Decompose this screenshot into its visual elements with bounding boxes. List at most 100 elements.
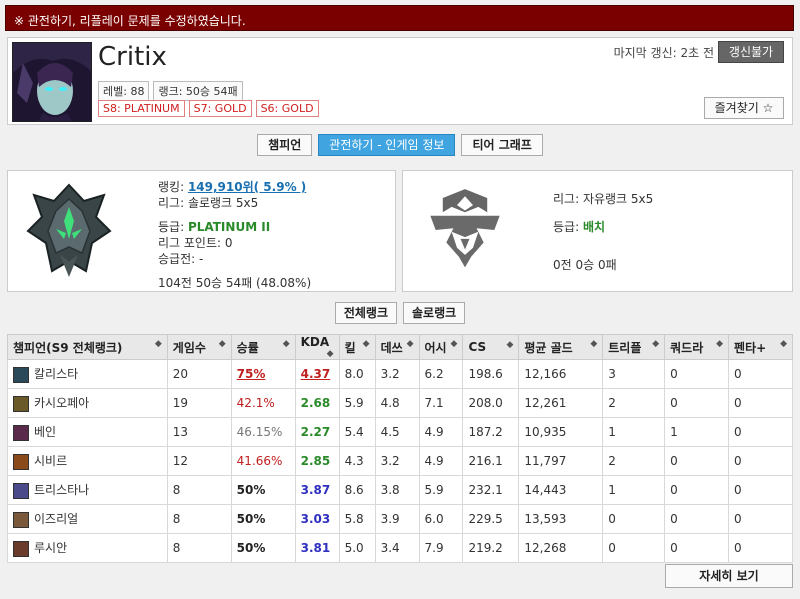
champion-icon [13,511,29,528]
sort-icon[interactable]: ◆ [451,339,458,349]
stat-value-k: 5.0 [344,541,364,555]
sort-icon[interactable]: ◆ [590,339,597,349]
stat-value-penta: 0 [734,454,742,468]
stat-value-kda: 4.37 [300,367,331,381]
stat-cell-cs: 232.1 [462,475,520,505]
stat-cell-wr: 75% [230,359,296,389]
ranking-label: 랭킹: [158,180,188,194]
stat-value-cs: 198.6 [468,367,503,381]
column-header[interactable]: 킬 ◆ [338,334,376,360]
stat-cell-quadra: 0 [664,359,730,389]
column-header[interactable]: 어시 ◆ [418,334,464,360]
stat-cell-kda: 2.68 [294,388,340,418]
stat-value-quadra: 0 [670,396,678,410]
flex-tier-value: 배치 [582,220,606,234]
stat-value-gold: 12,166 [524,367,567,381]
tab-champion[interactable]: 챔피언 [257,134,313,156]
level-badge: 레벨: 88 [98,81,150,101]
stat-value-penta: 0 [734,483,742,497]
stat-cell-k: 5.9 [338,388,376,418]
stat-cell-quadra: 0 [664,533,730,563]
champion-name: 칼리스타 [34,367,79,382]
stat-value-wr: 75% [236,367,266,381]
season-badge-s7: S7: GOLD [188,100,252,117]
stat-cell-penta: 0 [728,359,793,389]
sort-icon[interactable]: ◆ [506,340,513,350]
sort-icon[interactable]: ◆ [716,339,723,349]
more-details-button[interactable]: 자세히 보기 [665,564,793,588]
sort-icon[interactable]: ◆ [283,339,290,349]
stat-value-d: 4.8 [380,396,400,410]
avatar [12,42,92,122]
stat-cell-gold: 11,797 [518,446,604,476]
sort-icon[interactable]: ◆ [219,339,226,349]
column-header[interactable]: CS ◆ [462,334,520,360]
stat-cell-cs: 229.5 [462,504,520,534]
stat-cell-kda: 3.03 [294,504,340,534]
champion-icon [13,453,29,470]
filter-all-rank-button[interactable]: 전체랭크 [334,302,397,324]
column-header[interactable]: 데쓰 ◆ [374,334,420,360]
stat-cell-cs: 198.6 [462,359,520,389]
stat-cell-games: 8 [166,475,232,505]
update-button[interactable]: 갱신불가 [718,41,784,63]
column-header-label: 데쓰 [380,340,403,355]
tab-tier-graph[interactable]: 티어 그래프 [461,134,543,156]
season-badge-s6: S6: GOLD [255,100,319,117]
platinum-emblem-icon [26,183,112,277]
column-header[interactable]: 평균 골드 ◆ [518,334,604,360]
column-header[interactable]: 펜타+ ◆ [728,334,793,360]
sort-icon[interactable]: ◆ [363,339,370,349]
sort-icon[interactable]: ◆ [327,349,334,359]
stat-value-wr: 50% [236,541,266,555]
stat-value-cs: 216.1 [468,454,503,468]
stat-value-triple: 1 [608,483,616,497]
stat-value-a: 7.1 [424,396,444,410]
champion-cell: 루시안 [7,533,168,563]
solo-rank-panel: 랭킹: 149,910위( 5.9% ) 리그: 솔로랭크 5x5 등급: PL… [7,170,396,292]
stat-cell-wr: 50% [230,504,296,534]
stat-cell-triple: 3 [602,359,666,389]
column-header[interactable]: 승률 ◆ [230,334,296,360]
column-header[interactable]: 챔피언(S9 전체랭크) ◆ [7,334,168,360]
champion-icon [13,395,29,412]
column-header[interactable]: 트리플 ◆ [602,334,666,360]
sort-icon[interactable]: ◆ [407,339,414,349]
column-header[interactable]: 게임수 ◆ [166,334,232,360]
rank-record-badge: 랭크: 50승 54패 [153,81,243,101]
stat-cell-triple: 0 [602,504,666,534]
season-badge-s8: S8: PLATINUM [98,100,185,117]
stat-cell-kda: 3.81 [294,533,340,563]
column-header-label: 챔피언(S9 전체랭크) [13,340,123,355]
stat-cell-games: 12 [166,446,232,476]
stat-value-penta: 0 [734,367,742,381]
stat-value-wr: 42.1% [236,396,275,410]
column-header[interactable]: 쿼드라 ◆ [664,334,730,360]
stat-value-triple: 0 [608,541,616,555]
stat-value-gold: 14,443 [524,483,567,497]
champion-icon [13,540,29,557]
column-header-label: 쿼드라 [670,340,704,355]
column-header[interactable]: KDA ◆ [294,334,340,360]
stat-cell-penta: 0 [728,446,793,476]
sort-icon[interactable]: ◆ [155,339,162,349]
sort-icon[interactable]: ◆ [780,339,787,349]
filter-solo-rank-button[interactable]: 솔로랭크 [403,302,466,324]
sort-icon[interactable]: ◆ [652,339,659,349]
ranking-link[interactable]: 149,910위( 5.9% ) [188,180,306,194]
stat-value-k: 5.4 [344,425,364,439]
stat-cell-k: 8.6 [338,475,376,505]
tier-value: PLATINUM II [187,220,271,234]
stat-cell-d: 3.2 [374,359,420,389]
stat-cell-d: 3.4 [374,533,420,563]
tab-spectate[interactable]: 관전하기 - 인게임 정보 [318,134,456,156]
stat-cell-wr: 46.15% [230,417,296,447]
favorite-button[interactable]: 즐겨찾기 ☆ [704,97,784,119]
champion-name: 베인 [34,425,57,440]
column-header-label: 승률 [236,340,259,355]
table-row: 루시안 8 50% 3.81 5.0 3.4 7.9 219.2 12,268 0 0 0 [7,533,793,563]
stat-value-triple: 3 [608,367,616,381]
stat-value-quadra: 0 [670,541,678,555]
stat-cell-a: 6.0 [418,504,464,534]
column-header-label: 평균 골드 [524,340,573,355]
